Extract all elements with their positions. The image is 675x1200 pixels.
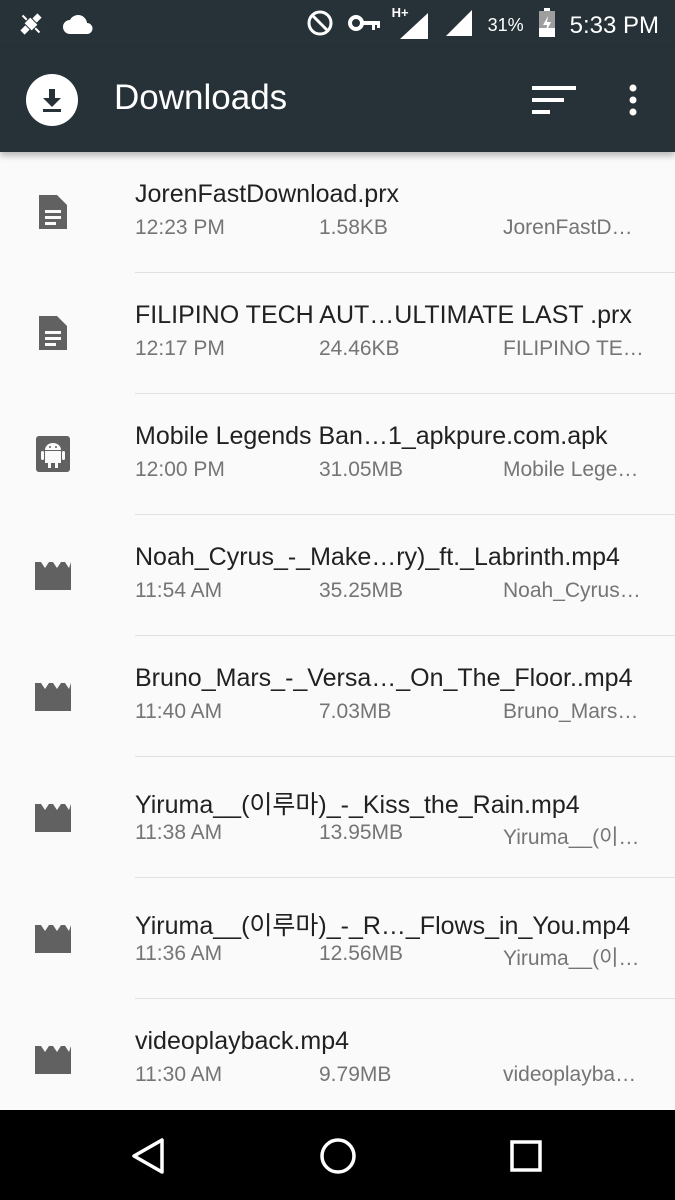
file-time: 11:54 AM xyxy=(135,579,223,602)
file-size: 31.05MB xyxy=(319,458,404,481)
download-item[interactable]: Bruno_Mars_-_Versa…_On_The_Floor..mp4 11… xyxy=(0,636,675,757)
battery-icon xyxy=(538,8,556,43)
file-size: 1.58KB xyxy=(319,216,388,239)
cloud-icon xyxy=(62,12,94,41)
file-time: 12:17 PM xyxy=(135,337,225,360)
home-button[interactable] xyxy=(314,1132,362,1180)
file-size: 12.56MB xyxy=(319,942,404,965)
recents-button[interactable] xyxy=(502,1132,550,1180)
android-icon xyxy=(30,434,76,474)
file-size: 13.95MB xyxy=(319,821,404,844)
file-name: JorenFastDownload.prx xyxy=(135,180,400,208)
status-right: H+ 31% 5:33 PM xyxy=(306,5,659,43)
back-icon xyxy=(132,1138,164,1174)
file-name: Yiruma__(이루마)_-_Kiss_the_Rain.mp4 xyxy=(135,791,580,819)
sort-button[interactable] xyxy=(530,82,578,118)
file-description: Yiruma__(이… xyxy=(503,947,640,970)
download-item[interactable]: videoplayback.mp4 11:30 AM 9.79MB videop… xyxy=(0,999,675,1110)
back-button[interactable] xyxy=(126,1132,174,1180)
file-time: 12:23 PM xyxy=(135,216,225,239)
download-icon xyxy=(26,74,78,126)
file-time: 12:00 PM xyxy=(135,458,225,481)
file-size: 9.79MB xyxy=(319,1063,392,1086)
movie-icon xyxy=(30,676,76,716)
file-description: JorenFastD… xyxy=(503,216,633,239)
file-name: Mobile Legends Ban…1_apkpure.com.apk xyxy=(135,422,608,450)
file-description: FILIPINO TE… xyxy=(503,337,644,360)
file-time: 11:30 AM xyxy=(135,1063,223,1086)
file-size: 35.25MB xyxy=(319,579,404,602)
file-name: Noah_Cyrus_-_Make…ry)_ft._Labrinth.mp4 xyxy=(135,543,620,571)
home-icon xyxy=(320,1138,356,1174)
sort-icon xyxy=(532,86,576,114)
do-not-disturb-icon xyxy=(306,9,334,42)
vpn-key-icon xyxy=(347,13,382,38)
file-description: Noah_Cyrus… xyxy=(503,579,641,602)
battery-percent: 31% xyxy=(487,15,524,35)
file-name: videoplayback.mp4 xyxy=(135,1027,350,1055)
download-item[interactable]: JorenFastDownload.prx 12:23 PM 1.58KB Jo… xyxy=(0,152,675,273)
more-options-button[interactable] xyxy=(618,82,648,118)
app-bar: Downloads xyxy=(0,48,675,152)
network-type-label: H+ xyxy=(391,4,409,20)
file-size: 7.03MB xyxy=(319,700,392,723)
file-description: Yiruma__(이… xyxy=(503,826,640,849)
status-left xyxy=(16,8,94,45)
status-time: 5:33 PM xyxy=(569,11,659,39)
movie-icon xyxy=(30,918,76,958)
movie-icon xyxy=(30,555,76,595)
file-name: FILIPINO TECH AUT…ULTIMATE LAST .prx xyxy=(135,301,632,329)
download-item[interactable]: Noah_Cyrus_-_Make…ry)_ft._Labrinth.mp4 1… xyxy=(0,515,675,636)
download-item[interactable]: FILIPINO TECH AUT…ULTIMATE LAST .prx 12:… xyxy=(0,273,675,394)
recents-icon xyxy=(510,1140,542,1172)
movie-icon xyxy=(30,797,76,837)
download-item[interactable]: Mobile Legends Ban…1_apkpure.com.apk 12:… xyxy=(0,394,675,515)
file-time: 11:38 AM xyxy=(135,821,223,844)
file-description: Mobile Lege… xyxy=(503,458,639,481)
movie-icon xyxy=(30,1039,76,1079)
page-title: Downloads xyxy=(114,78,288,117)
status-bar: H+ 31% 5:33 PM xyxy=(0,0,675,48)
navigation-bar xyxy=(0,1110,675,1200)
file-size: 24.46KB xyxy=(319,337,400,360)
file-time: 11:36 AM xyxy=(135,942,223,965)
file-name: Bruno_Mars_-_Versa…_On_The_Floor..mp4 xyxy=(135,664,633,692)
signal-icon xyxy=(444,8,474,43)
file-name: Yiruma__(이루마)_-_R…_Flows_in_You.mp4 xyxy=(135,912,631,940)
more-vert-icon xyxy=(629,84,637,116)
document-icon xyxy=(30,192,76,232)
file-description: Bruno_Mars… xyxy=(503,700,639,723)
download-item[interactable]: Yiruma__(이루마)_-_Kiss_the_Rain.mp4 11:38 … xyxy=(0,757,675,878)
document-icon xyxy=(30,313,76,353)
downloads-list: JorenFastDownload.prx 12:23 PM 1.58KB Jo… xyxy=(0,152,675,1110)
download-item[interactable]: Yiruma__(이루마)_-_R…_Flows_in_You.mp4 11:3… xyxy=(0,878,675,999)
file-time: 11:40 AM xyxy=(135,700,223,723)
satellite-icon xyxy=(16,8,46,45)
file-description: videoplayba… xyxy=(503,1063,637,1086)
network-signal: H+ xyxy=(392,5,430,41)
